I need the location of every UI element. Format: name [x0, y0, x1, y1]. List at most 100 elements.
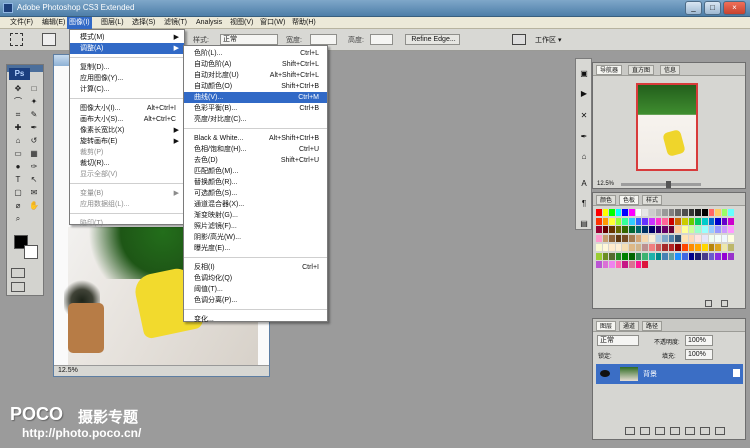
- link-layers-icon[interactable]: [625, 427, 635, 435]
- move-icon[interactable]: ✥: [11, 84, 25, 94]
- swatch-cell[interactable]: [708, 226, 715, 234]
- swatch-cell[interactable]: [721, 235, 728, 243]
- width-field[interactable]: [310, 34, 337, 45]
- tab-swatches[interactable]: 色板: [619, 195, 640, 205]
- menu-item-image-size[interactable]: 图像大小(I)... Alt+Ctrl+I: [70, 103, 184, 114]
- menu-edit[interactable]: 编辑(E): [40, 17, 67, 29]
- swatch-cell[interactable]: [721, 209, 728, 216]
- notes-icon[interactable]: ✉: [27, 188, 41, 198]
- menu-item-black-white[interactable]: Black & White... Alt+Shift+Ctrl+B: [184, 133, 327, 144]
- marquee-tool-icon[interactable]: [10, 33, 23, 46]
- swatch-cell[interactable]: [708, 217, 715, 225]
- menu-help[interactable]: 帮助(H): [290, 17, 318, 29]
- swatch-cell[interactable]: [609, 252, 615, 260]
- swatch-cell[interactable]: [695, 209, 701, 216]
- swatch-cell[interactable]: [701, 235, 708, 243]
- swatch-cell[interactable]: [615, 261, 622, 269]
- swatch-cell[interactable]: [721, 252, 728, 260]
- swatch-cell[interactable]: [635, 235, 642, 243]
- swatch-cell[interactable]: [602, 217, 609, 225]
- swatch-cell[interactable]: [655, 243, 662, 251]
- swatch-cell[interactable]: [622, 209, 629, 216]
- menu-item-exposure[interactable]: 曝光度(E)...: [184, 243, 327, 254]
- menu-item-apply-data-set[interactable]: 应用数据组(L)...: [70, 199, 184, 210]
- swatch-cell[interactable]: [668, 243, 675, 251]
- swatch-cell[interactable]: [642, 261, 648, 269]
- healing-icon[interactable]: ✚: [11, 123, 25, 133]
- swatch-cell[interactable]: [715, 217, 721, 225]
- camera-icon[interactable]: [512, 34, 526, 45]
- swatch-cell[interactable]: [629, 209, 635, 216]
- swatch-cell[interactable]: [682, 252, 688, 260]
- swatch-cell[interactable]: [655, 226, 662, 234]
- swatch-cell[interactable]: [655, 209, 662, 216]
- swatch-cell[interactable]: [648, 235, 655, 243]
- swatch-cell[interactable]: [609, 209, 615, 216]
- tab-layers[interactable]: 图层: [596, 321, 617, 331]
- swatch-cell[interactable]: [642, 243, 648, 251]
- screen-mode-icon[interactable]: [11, 282, 25, 292]
- tab-navigator[interactable]: 导航器: [596, 65, 623, 75]
- layer-style-icon[interactable]: [640, 427, 650, 435]
- swatch-cell[interactable]: [662, 235, 668, 243]
- opacity-field[interactable]: 100%: [685, 335, 713, 346]
- eraser-icon[interactable]: ▭: [11, 149, 25, 159]
- menu-item-photo-filter[interactable]: 照片滤镜(F)...: [184, 221, 327, 232]
- swatch-cell[interactable]: [688, 217, 695, 225]
- swatch-cell[interactable]: [682, 209, 688, 216]
- menu-item-variations[interactable]: 变化...: [184, 314, 327, 325]
- character-panel-icon[interactable]: A: [579, 179, 589, 189]
- menu-item-reveal-all[interactable]: 显示全部(V): [70, 169, 184, 180]
- swatch-cell[interactable]: [688, 209, 695, 216]
- swatch-cell[interactable]: [675, 243, 682, 251]
- swatch-cell[interactable]: [642, 226, 648, 234]
- menu-item-mode[interactable]: 模式(M) ▶: [70, 32, 184, 43]
- swatch-cell[interactable]: [682, 226, 688, 234]
- tab-styles[interactable]: 样式: [642, 195, 663, 205]
- menu-analysis[interactable]: Analysis: [194, 17, 224, 29]
- swatch-cell[interactable]: [635, 252, 642, 260]
- group-icon[interactable]: [685, 427, 695, 435]
- swatch-cell[interactable]: [662, 252, 668, 260]
- swatch-cell[interactable]: [728, 217, 734, 225]
- swatch-cell[interactable]: [615, 252, 622, 260]
- swatch-cell[interactable]: [715, 226, 721, 234]
- swatch-cell[interactable]: [635, 217, 642, 225]
- swatch-cell[interactable]: [596, 243, 602, 251]
- menu-item-selective-color[interactable]: 可选颜色(S)...: [184, 188, 327, 199]
- swatch-cell[interactable]: [609, 261, 615, 269]
- swatch-cell[interactable]: [662, 243, 668, 251]
- menu-item-canvas-size[interactable]: 画布大小(S)... Alt+Ctrl+C: [70, 114, 184, 125]
- trash-icon[interactable]: [715, 427, 725, 435]
- swatch-cell[interactable]: [708, 235, 715, 243]
- tab-channels[interactable]: 通道: [619, 321, 640, 331]
- navigator-thumbnail[interactable]: [636, 83, 698, 171]
- swatch-cell[interactable]: [596, 226, 602, 234]
- swatch-cell[interactable]: [648, 226, 655, 234]
- swatch-cell[interactable]: [602, 243, 609, 251]
- menu-select[interactable]: 选择(S): [130, 17, 157, 29]
- new-swatch-icon[interactable]: [705, 300, 712, 307]
- menu-item-threshold[interactable]: 阈值(T)...: [184, 284, 327, 295]
- menu-item-variables[interactable]: 变量(B) ▶: [70, 188, 184, 199]
- swatch-cell[interactable]: [688, 235, 695, 243]
- swatch-cell[interactable]: [715, 209, 721, 216]
- swatch-cell[interactable]: [728, 243, 734, 251]
- menu-item-rotate-canvas[interactable]: 旋转画布(E) ▶: [70, 136, 184, 147]
- menu-item-invert[interactable]: 反相(I) Ctrl+I: [184, 262, 327, 273]
- menu-file[interactable]: 文件(F): [8, 17, 35, 29]
- minimize-button[interactable]: _: [685, 1, 702, 15]
- swatch-cell[interactable]: [662, 209, 668, 216]
- gradient-icon[interactable]: ▦: [27, 149, 41, 159]
- swatch-cell[interactable]: [648, 243, 655, 251]
- menu-item-duplicate[interactable]: 复制(D)...: [70, 62, 184, 73]
- swatch-cell[interactable]: [602, 252, 609, 260]
- navigator-slider-knob[interactable]: [666, 181, 671, 188]
- navigator-zoom[interactable]: 12.5%: [597, 181, 614, 187]
- swatch-cell[interactable]: [715, 235, 721, 243]
- workspace-button[interactable]: 工作区 ▾: [535, 35, 561, 45]
- fill-field[interactable]: 100%: [685, 349, 713, 360]
- history-brush-icon[interactable]: ↺: [27, 136, 41, 146]
- swatch-cell[interactable]: [715, 252, 721, 260]
- swatch-cell[interactable]: [629, 235, 635, 243]
